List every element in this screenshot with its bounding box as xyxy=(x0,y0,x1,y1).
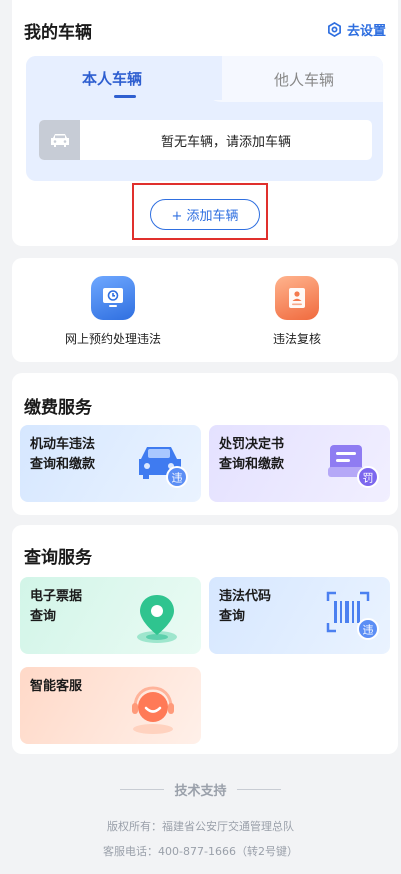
tile-vehicle-violation-payment[interactable]: 机动车违法 查询和缴款 违 xyxy=(20,425,201,502)
my-vehicles-card: 我的车辆 去设置 他人车辆 本人车辆 暂无车辆，请添加车辆 + 添加车辆 xyxy=(12,0,398,246)
footer-divider xyxy=(236,789,281,790)
quick-actions-card: 网上预约处理违法 违法复核 xyxy=(12,258,398,362)
footer-divider xyxy=(120,789,165,790)
payment-services-title: 缴费服务 xyxy=(24,398,92,418)
settings-link[interactable]: 去设置 xyxy=(327,20,386,39)
tile-label: 智能客服 xyxy=(30,679,83,694)
tile-smart-customer-service[interactable]: 智能客服 xyxy=(20,667,201,744)
add-vehicle-button[interactable]: + 添加车辆 xyxy=(150,199,260,230)
settings-label: 去设置 xyxy=(346,24,386,39)
review-document-icon xyxy=(275,276,319,320)
quick-action-online-appointment[interactable]: 网上预约处理违法 xyxy=(28,276,198,347)
tile-label: 处罚决定书 查询和缴款 xyxy=(219,437,285,472)
car-violation-icon: 违 xyxy=(139,447,188,488)
tab-own-vehicles[interactable]: 本人车辆 xyxy=(26,56,222,100)
location-pin-icon xyxy=(137,595,177,643)
footer-hotline: 客服电话：400-877-1666（转2号键） xyxy=(103,845,298,858)
quick-action-violation-review[interactable]: 违法复核 xyxy=(212,276,382,347)
svg-text:违: 违 xyxy=(172,472,183,485)
tile-penalty-decision-payment[interactable]: 处罚决定书 查询和缴款 罚 xyxy=(209,425,390,502)
settings-icon xyxy=(328,22,341,37)
quick-action-label: 违法复核 xyxy=(272,332,321,346)
tile-label: 违法代码 查询 xyxy=(219,589,272,624)
query-services-title: 查询服务 xyxy=(24,548,92,568)
my-vehicles-title: 我的车辆 xyxy=(24,23,92,43)
query-services-card: 查询服务 电子票据 查询 违法代码 查询 违 智能客服 xyxy=(12,525,398,754)
tab-others-label: 他人车辆 xyxy=(273,70,334,89)
footer-copyright: 版权所有：福建省公安厅交通管理总队 xyxy=(107,820,294,833)
svg-text:罚: 罚 xyxy=(363,472,374,485)
footer-heading: 技术支持 xyxy=(0,780,401,799)
payment-services-card: 缴费服务 机动车违法 查询和缴款 违 处罚决定书 查询和缴款 罚 xyxy=(12,373,398,515)
active-tab-indicator xyxy=(114,95,136,98)
quick-action-label: 网上预约处理违法 xyxy=(64,332,161,346)
empty-vehicle-row: 暂无车辆，请添加车辆 xyxy=(39,120,372,160)
empty-vehicle-text: 暂无车辆，请添加车辆 xyxy=(160,134,291,150)
tile-label: 机动车违法 查询和缴款 xyxy=(30,437,96,472)
tile-label: 电子票据 查询 xyxy=(30,589,83,624)
car-placeholder-icon xyxy=(39,120,80,160)
calendar-monitor-icon xyxy=(91,276,135,320)
barcode-scan-icon: 违 xyxy=(326,591,379,640)
footer-heading-text: 技术支持 xyxy=(174,784,227,799)
penalty-document-icon: 罚 xyxy=(328,445,379,488)
svg-text:违: 违 xyxy=(363,624,374,637)
tab-own-label: 本人车辆 xyxy=(81,69,142,88)
headset-support-icon xyxy=(132,686,174,734)
tile-e-receipt-query[interactable]: 电子票据 查询 xyxy=(20,577,201,654)
vehicle-tabs: 他人车辆 本人车辆 暂无车辆，请添加车辆 xyxy=(26,56,383,181)
tile-violation-code-query[interactable]: 违法代码 查询 违 xyxy=(209,577,390,654)
